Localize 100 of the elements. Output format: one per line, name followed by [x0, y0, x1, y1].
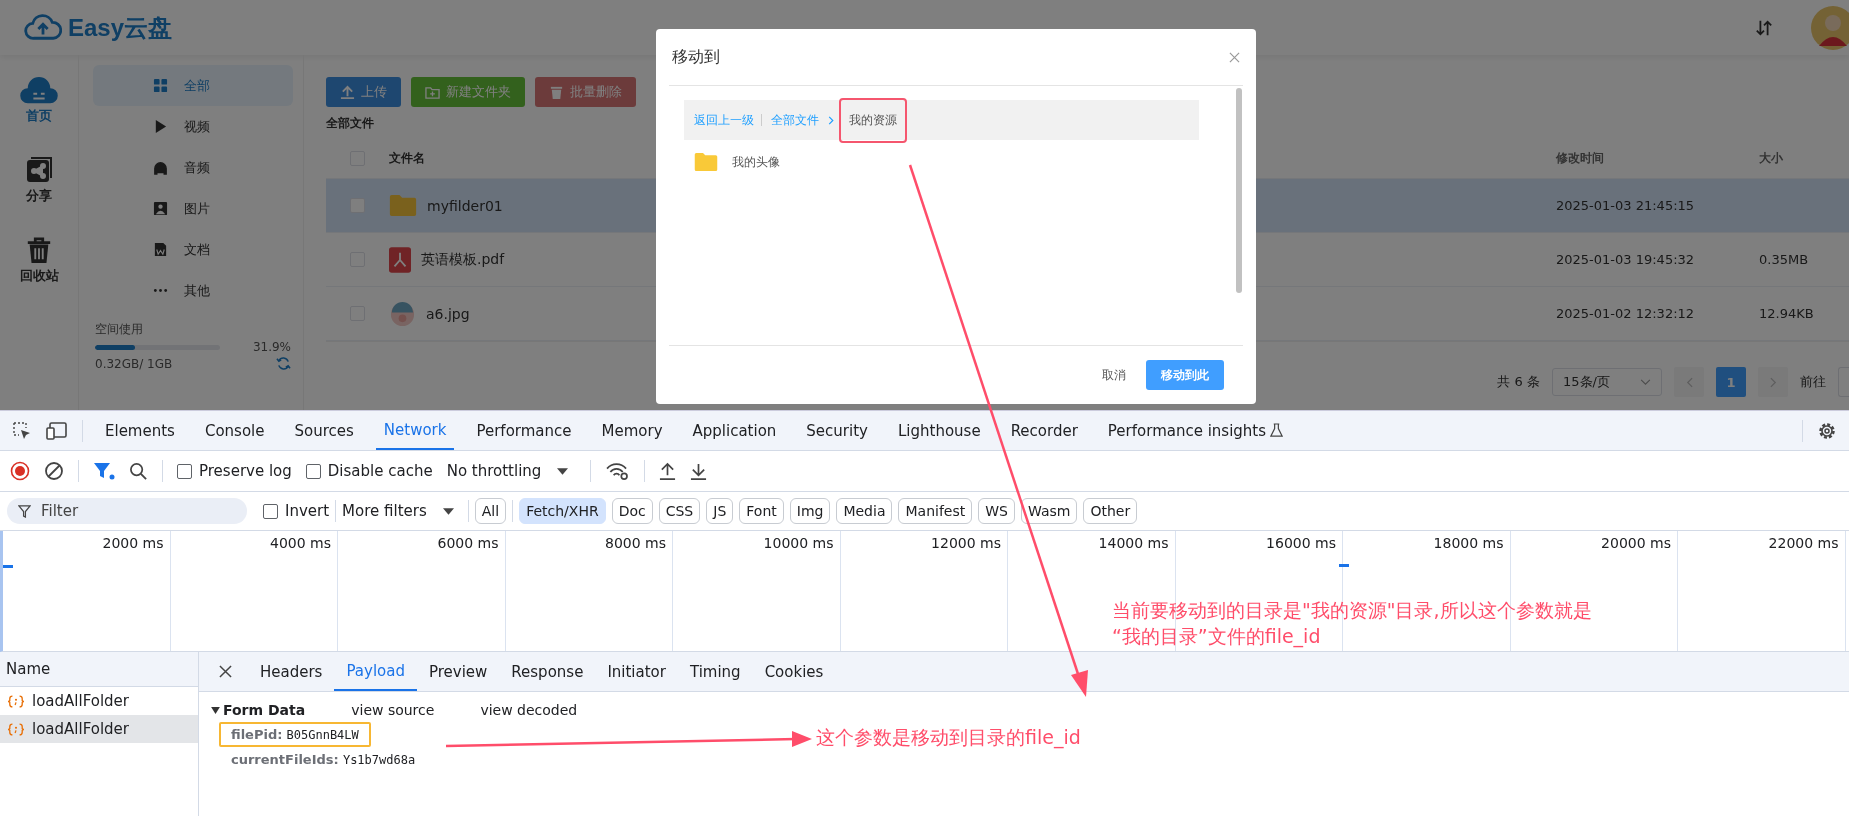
- devtools-tab[interactable]: Network: [375, 411, 455, 450]
- close-icon[interactable]: [219, 665, 232, 678]
- type-filter-button[interactable]: Fetch/XHR: [519, 498, 606, 524]
- time-tick: 22000 ms: [1678, 531, 1846, 651]
- storage-label: 空间使用: [95, 321, 144, 338]
- file-size: 12.94KB: [1759, 306, 1814, 321]
- network-settings-icon[interactable]: [605, 461, 631, 481]
- devtools-tab[interactable]: Elements: [97, 411, 183, 450]
- column-header: 文件名: [389, 149, 425, 167]
- filter-icon: [18, 505, 31, 518]
- category-item[interactable]: 图片: [93, 188, 293, 229]
- cancel-button[interactable]: 取消: [1096, 365, 1132, 385]
- cloud-upload-icon: [24, 13, 62, 42]
- type-filter-button[interactable]: Manifest: [898, 498, 973, 524]
- filter-icon[interactable]: [93, 461, 115, 481]
- app-logo: Easy云盘: [68, 12, 173, 43]
- view-source-link[interactable]: view source: [351, 702, 435, 718]
- grid-icon: [153, 78, 168, 93]
- category-item[interactable]: 文档: [93, 229, 293, 270]
- column-header: 修改时间: [1556, 150, 1604, 165]
- chevron-icon: [828, 115, 834, 125]
- column-header: 大小: [1759, 150, 1783, 165]
- throttling-select[interactable]: No throttling: [446, 462, 569, 480]
- download-icon[interactable]: [690, 461, 708, 481]
- settings-icon[interactable]: [1817, 420, 1837, 441]
- section-toggle[interactable]: Form Data: [211, 702, 306, 718]
- devtools-tab[interactable]: Performance insights: [1099, 411, 1292, 450]
- invert-checkbox[interactable]: Invert: [263, 502, 330, 520]
- type-filter-button[interactable]: WS: [978, 498, 1015, 524]
- caret-icon: [442, 507, 454, 515]
- column-header: Name: [0, 652, 198, 687]
- devtools-tab[interactable]: Performance: [468, 411, 580, 450]
- view-decoded-link[interactable]: view decoded: [480, 702, 578, 718]
- devtools-tab[interactable]: Recorder: [1002, 411, 1086, 450]
- devtools-tab[interactable]: Memory: [593, 411, 671, 450]
- devtools-tab[interactable]: Security: [798, 411, 876, 450]
- page-size-select[interactable]: 15条/页: [1552, 368, 1662, 396]
- annotation-text: 这个参数是移动到目录的file_id: [816, 725, 1081, 751]
- pdf-icon: [389, 246, 411, 273]
- modified-time: 2025-01-03 19:45:32: [1556, 252, 1696, 267]
- category-item[interactable]: 音频: [93, 147, 293, 188]
- detail-tab[interactable]: Payload: [334, 652, 417, 691]
- triangle-down-icon: [211, 706, 220, 714]
- request-row[interactable]: loadAllFolder: [0, 715, 198, 743]
- folder-icon: [694, 152, 718, 172]
- option-checkbox[interactable]: Disable cache: [305, 462, 433, 480]
- scrollbar[interactable]: [1236, 88, 1242, 293]
- devtools-tab[interactable]: Application: [684, 411, 785, 450]
- play-icon: [153, 119, 168, 134]
- clear-icon[interactable]: [44, 461, 64, 481]
- file-name[interactable]: 英语模板.pdf: [421, 250, 505, 269]
- type-filter-button[interactable]: Font: [739, 498, 784, 524]
- search-icon[interactable]: [129, 461, 148, 481]
- sort-icon[interactable]: [1755, 18, 1773, 37]
- devtools-tab[interactable]: Lighthouse: [889, 411, 989, 450]
- devtools-tab[interactable]: Sources: [286, 411, 362, 450]
- detail-tab[interactable]: Headers: [248, 652, 335, 691]
- storage-percent: 31.9%: [252, 340, 291, 354]
- type-filter-button[interactable]: CSS: [658, 498, 701, 524]
- nav-item[interactable]: 回收站: [19, 235, 59, 285]
- type-filter-button[interactable]: Wasm: [1020, 498, 1078, 524]
- request-row[interactable]: loadAllFolder: [0, 687, 198, 715]
- form-param: filePid: B05GnnB4LW: [219, 722, 371, 747]
- more-filters-dropdown[interactable]: More filters: [342, 502, 454, 520]
- detail-tab[interactable]: Cookies: [752, 652, 836, 691]
- type-filter-button[interactable]: JS: [706, 498, 734, 524]
- braces-icon: [8, 722, 24, 736]
- detail-tab[interactable]: Response: [499, 652, 596, 691]
- file-name[interactable]: a6.jpg: [426, 305, 470, 322]
- category-item[interactable]: 视频: [93, 106, 293, 147]
- caret-icon: [1640, 378, 1651, 386]
- device-toolbar-icon[interactable]: [46, 420, 68, 441]
- detail-tab[interactable]: Preview: [416, 652, 500, 691]
- nav-item[interactable]: 分享: [24, 155, 54, 205]
- detail-tab[interactable]: Initiator: [595, 652, 678, 691]
- type-filter-button[interactable]: Doc: [611, 498, 653, 524]
- file-name[interactable]: myfilder01: [427, 197, 503, 214]
- share-icon: [24, 155, 54, 185]
- option-checkbox[interactable]: Preserve log: [177, 462, 292, 480]
- storage-usage: 0.32GB/ 1GB: [95, 356, 173, 371]
- folder-item[interactable]: 我的头像: [684, 140, 1243, 172]
- avatar[interactable]: [1811, 5, 1849, 50]
- detail-tab[interactable]: Timing: [677, 652, 753, 691]
- refresh-icon[interactable]: [276, 356, 291, 371]
- goto-label: 前往: [1800, 373, 1826, 391]
- inspect-icon[interactable]: [12, 420, 32, 441]
- record-icon[interactable]: [10, 461, 30, 481]
- filter-field[interactable]: Filter: [7, 498, 247, 524]
- type-filter-button[interactable]: Media: [836, 498, 893, 524]
- type-filter-button[interactable]: Other: [1083, 498, 1138, 524]
- modified-time: 2025-01-03 21:45:15: [1556, 198, 1696, 213]
- chevron-right-icon: [1769, 376, 1777, 388]
- category-item[interactable]: 其他: [93, 270, 293, 311]
- dialog-title: 移动到: [672, 46, 720, 68]
- type-filter-button[interactable]: All: [474, 498, 507, 524]
- type-filter-button[interactable]: Img: [789, 498, 831, 524]
- breadcrumb-item[interactable]: 我的资源: [841, 99, 905, 141]
- devtools-tab[interactable]: Console: [196, 411, 273, 450]
- time-tick: 6000 ms: [338, 531, 506, 651]
- upload-icon[interactable]: [659, 461, 677, 481]
